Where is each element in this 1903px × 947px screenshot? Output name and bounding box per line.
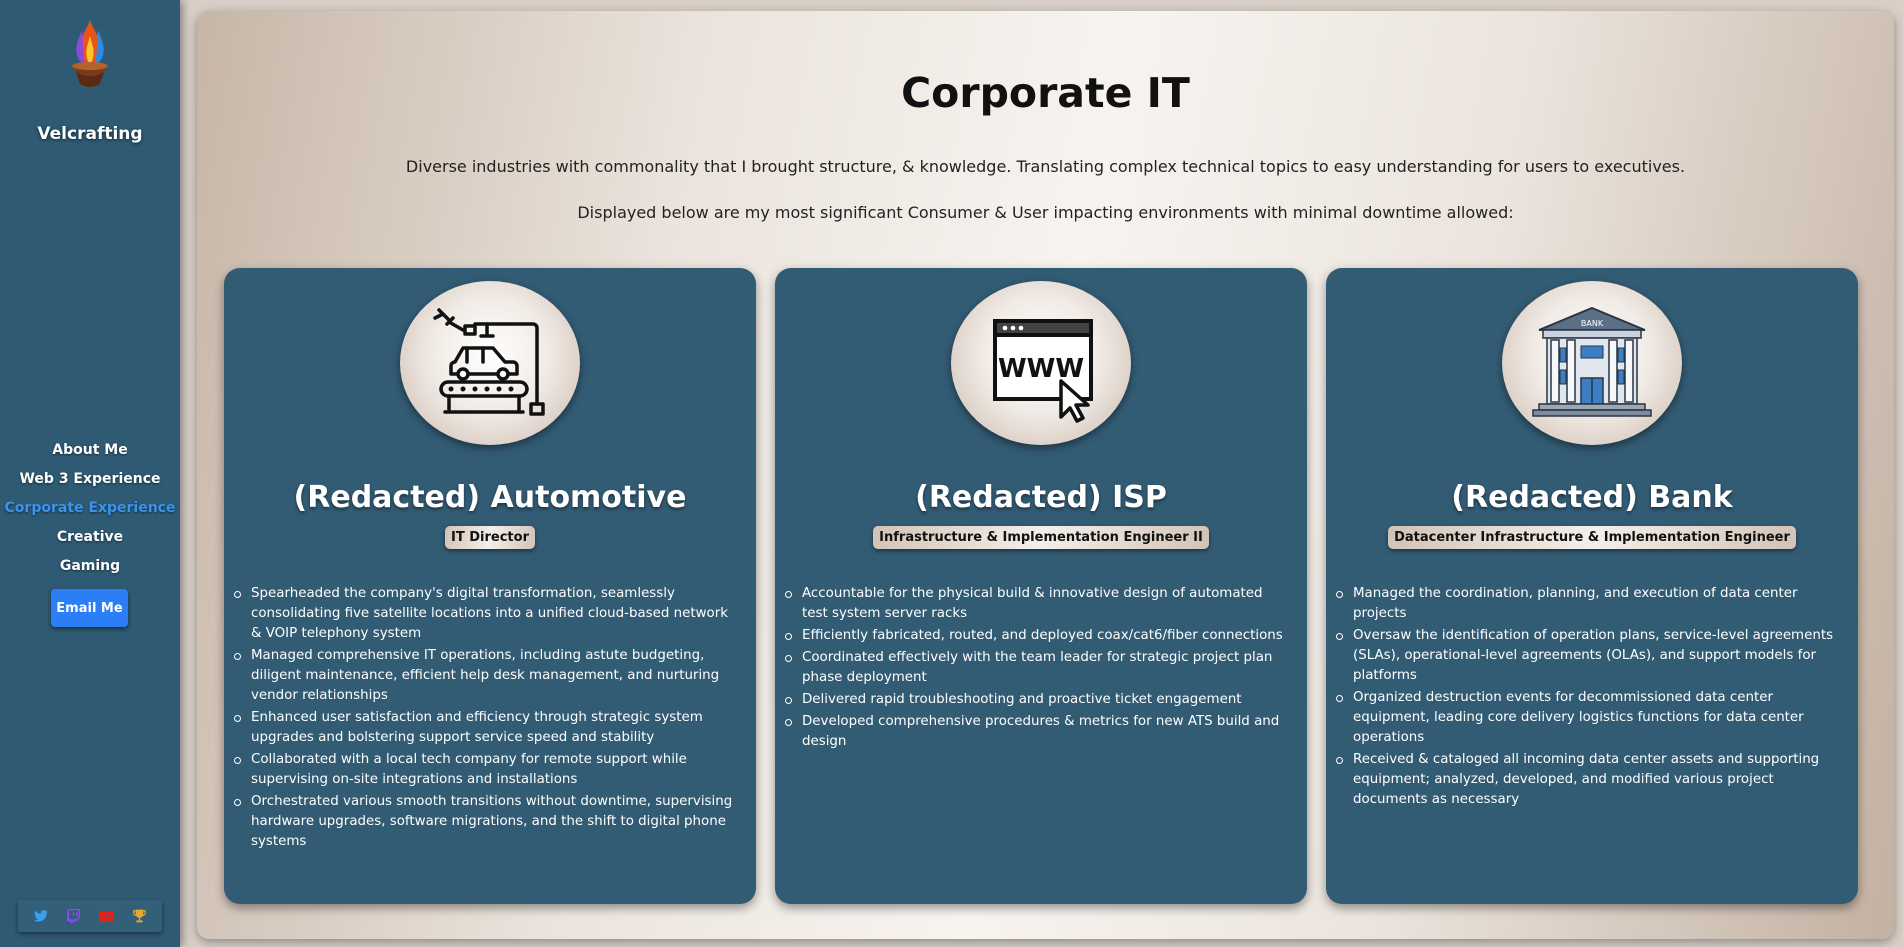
list-item: Efficiently fabricated, routed, and depl…	[785, 626, 1292, 646]
main-panel: Corporate IT Diverse industries with com…	[197, 11, 1894, 939]
list-item: Managed the coordination, planning, and …	[1336, 584, 1843, 624]
youtube-icon[interactable]	[98, 907, 116, 925]
list-item: Developed comprehensive procedures & met…	[785, 712, 1292, 752]
list-item: Oversaw the identification of operation …	[1336, 626, 1843, 686]
twitch-icon[interactable]	[65, 907, 83, 925]
experience-card-isp: WWW (Redacted) ISP Infrastructure & Impl…	[775, 268, 1307, 904]
email-me-button[interactable]: Email Me	[51, 589, 128, 627]
svg-text:WWW: WWW	[998, 354, 1084, 384]
main-nav: About Me Web 3 Experience Corporate Expe…	[0, 440, 180, 585]
automotive-assembly-icon	[400, 281, 580, 445]
list-item: Spearheaded the company's digital transf…	[234, 584, 741, 644]
nav-corporate-experience[interactable]: Corporate Experience	[0, 498, 180, 527]
experience-card-automotive: (Redacted) Automotive IT Director Spearh…	[224, 268, 756, 904]
bank-building-icon: BANK	[1502, 281, 1682, 445]
nav-about-me[interactable]: About Me	[0, 440, 180, 469]
responsibility-list: Managed the coordination, planning, and …	[1336, 584, 1843, 812]
www-browser-icon: WWW	[951, 281, 1131, 445]
list-item: Received & cataloged all incoming data c…	[1336, 750, 1843, 810]
list-item: Enhanced user satisfaction and efficienc…	[234, 708, 741, 748]
trophy-icon[interactable]	[131, 907, 149, 925]
list-item: Coordinated effectively with the team le…	[785, 648, 1292, 688]
list-item: Delivered rapid troubleshooting and proa…	[785, 690, 1292, 710]
page-title: Corporate IT	[901, 69, 1190, 117]
nav-creative[interactable]: Creative	[0, 527, 180, 556]
list-item: Managed comprehensive IT operations, inc…	[234, 646, 741, 706]
list-item: Accountable for the physical build & inn…	[785, 584, 1292, 624]
social-links	[18, 900, 162, 932]
role-badge: Infrastructure & Implementation Engineer…	[873, 526, 1209, 549]
twitter-icon[interactable]	[32, 907, 50, 925]
brand-name[interactable]: Velcrafting	[0, 124, 180, 144]
role-badge: Datacenter Infrastructure & Implementati…	[1388, 526, 1796, 549]
list-item: Orchestrated various smooth transitions …	[234, 792, 741, 852]
card-title: (Redacted) Bank	[1451, 480, 1733, 515]
bank-sign: BANK	[1581, 319, 1604, 328]
nav-gaming[interactable]: Gaming	[0, 556, 180, 585]
sidebar: Velcrafting About Me Web 3 Experience Co…	[0, 0, 180, 947]
intro-paragraph-2: Displayed below are my most significant …	[577, 203, 1514, 222]
list-item: Organized destruction events for decommi…	[1336, 688, 1843, 748]
intro-paragraph-1: Diverse industries with commonality that…	[405, 157, 1686, 176]
responsibility-list: Accountable for the physical build & inn…	[785, 584, 1292, 754]
list-item: Collaborated with a local tech company f…	[234, 750, 741, 790]
role-badge: IT Director	[445, 526, 535, 549]
nav-web3-experience[interactable]: Web 3 Experience	[0, 469, 180, 498]
flame-logo-icon[interactable]	[66, 18, 114, 96]
responsibility-list: Spearheaded the company's digital transf…	[234, 584, 741, 854]
experience-card-bank: BANK (Redacted) Bank Datacenter Infrastr…	[1326, 268, 1858, 904]
card-title: (Redacted) ISP	[915, 480, 1167, 515]
card-title: (Redacted) Automotive	[293, 480, 687, 515]
